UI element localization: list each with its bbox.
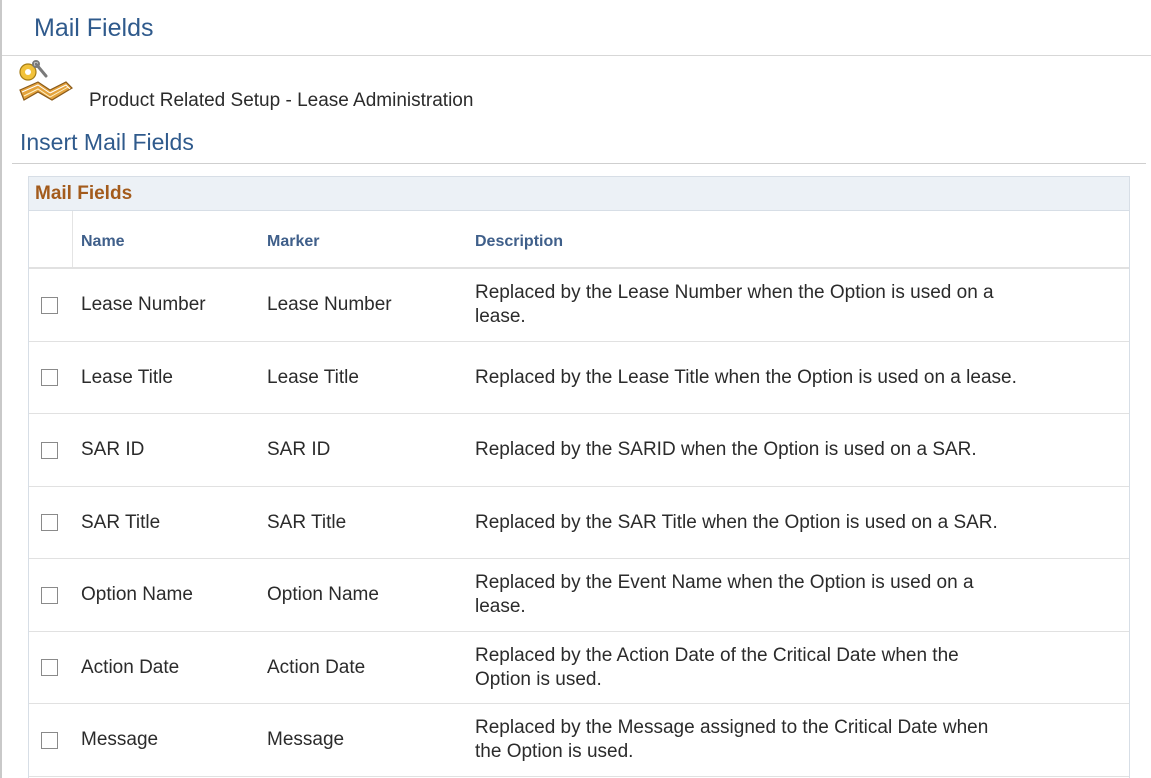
product-row: Product Related Setup - Lease Administra… bbox=[16, 60, 716, 111]
description-line: Replaced by the SARID when the Option is… bbox=[475, 439, 977, 461]
description-line: lease. bbox=[475, 596, 526, 618]
description-line: Replaced by the Action Date of the Criti… bbox=[475, 644, 959, 666]
mail-fields-page: Mail Fields Product Related Setup - Leas… bbox=[0, 0, 1151, 778]
cell-name: Option Name bbox=[81, 584, 193, 606]
table-row: Lease Title Lease Title Replaced by the Le… bbox=[29, 342, 1129, 414]
select-column-header bbox=[29, 211, 73, 267]
row-select-checkbox[interactable] bbox=[41, 586, 58, 604]
grid-header-row: Name Marker Description bbox=[29, 211, 1129, 269]
table-row: SAR ID SAR ID Replaced by the SARID when t… bbox=[29, 414, 1129, 487]
cell-marker: Lease Title bbox=[267, 366, 359, 388]
cell-description: Replaced by the Lease Number when the Op… bbox=[475, 281, 1125, 329]
product-label: Product Related Setup - Lease Administra… bbox=[89, 90, 474, 111]
row-select-checkbox[interactable] bbox=[41, 514, 58, 532]
description-line: Option is used. bbox=[475, 668, 602, 690]
description-line: Replaced by the SAR Title when the Optio… bbox=[475, 511, 998, 533]
table-row: Action Date Action Date Replaced by the Ac… bbox=[29, 632, 1129, 704]
column-header-name[interactable]: Name bbox=[81, 233, 125, 251]
description-line: Replaced by the Message assigned to the … bbox=[475, 717, 989, 739]
cell-marker: SAR Title bbox=[267, 511, 347, 533]
table-row: Option Name Option Name Replaced by the Ev… bbox=[29, 559, 1129, 632]
table-row: Message Message Replaced by the Message as… bbox=[29, 704, 1129, 777]
mail-fields-grid: Mail Fields Name Marker Description Leas… bbox=[28, 176, 1130, 778]
page-header: Mail Fields bbox=[2, 0, 1151, 56]
row-select-checkbox[interactable] bbox=[41, 369, 58, 387]
description-line: Replaced by the Event Name when the Opti… bbox=[475, 572, 974, 594]
product-setup-book-tools-icon bbox=[19, 60, 73, 101]
row-select-checkbox[interactable] bbox=[41, 441, 58, 459]
page-title: Mail Fields bbox=[34, 14, 154, 42]
description-line: Replaced by the Lease Number when the Op… bbox=[475, 282, 994, 304]
row-select-checkbox[interactable] bbox=[41, 659, 58, 677]
cell-description: Replaced by the SAR Title when the Optio… bbox=[475, 511, 1125, 535]
table-row: Lease Number Lease Number Replaced by the … bbox=[29, 269, 1129, 342]
cell-marker: SAR ID bbox=[267, 439, 331, 461]
row-select-checkbox[interactable] bbox=[41, 296, 58, 314]
description-line: Replaced by the Lease Title when the Opt… bbox=[475, 366, 1017, 388]
table-row: SAR Title SAR Title Replaced by the SAR Ti… bbox=[29, 487, 1129, 559]
cell-marker: Message bbox=[267, 729, 345, 751]
description-line: lease. bbox=[475, 306, 526, 328]
cell-marker: Option Name bbox=[267, 584, 379, 606]
cell-name: SAR Title bbox=[81, 511, 161, 533]
cell-description: Replaced by the SARID when the Option is… bbox=[475, 438, 1125, 462]
cell-name: SAR ID bbox=[81, 439, 145, 461]
row-select-checkbox[interactable] bbox=[41, 731, 58, 749]
cell-marker: Lease Number bbox=[267, 294, 392, 316]
section-divider bbox=[12, 163, 1146, 164]
cell-description: Replaced by the Message assigned to the … bbox=[475, 716, 1125, 764]
grid-title: Mail Fields bbox=[29, 177, 1129, 211]
cell-name: Lease Title bbox=[81, 366, 173, 388]
grid-body: Lease Number Lease Number Replaced by the … bbox=[29, 269, 1129, 777]
cell-name: Message bbox=[81, 729, 159, 751]
cell-description: Replaced by the Action Date of the Criti… bbox=[475, 644, 1125, 692]
cell-description: Replaced by the Lease Title when the Opt… bbox=[475, 366, 1125, 390]
cell-description: Replaced by the Event Name when the Opti… bbox=[475, 571, 1125, 619]
cell-name: Lease Number bbox=[81, 294, 206, 316]
column-header-description[interactable]: Description bbox=[475, 233, 563, 251]
cell-marker: Action Date bbox=[267, 656, 366, 678]
cell-name: Action Date bbox=[81, 656, 180, 678]
description-line: the Option is used. bbox=[475, 741, 634, 763]
column-header-marker[interactable]: Marker bbox=[267, 233, 319, 251]
section-title: Insert Mail Fields bbox=[20, 129, 194, 155]
